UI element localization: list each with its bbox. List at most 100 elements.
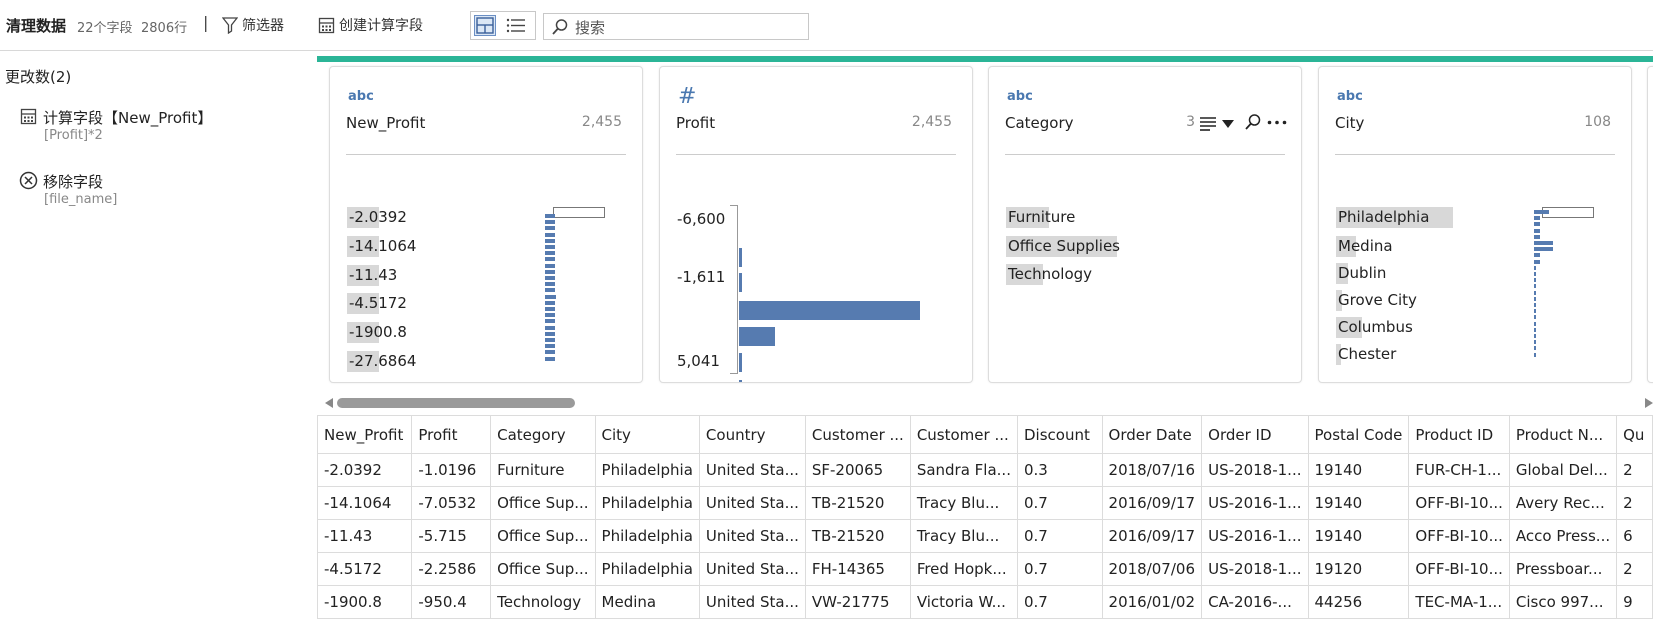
table-cell[interactable]: 0.3	[1016, 453, 1103, 487]
table-cell[interactable]: Philadelphia	[594, 519, 700, 553]
table-cell[interactable]: 0.7	[1016, 519, 1103, 553]
value-item[interactable]: Chester	[1336, 344, 1396, 365]
value-item[interactable]: Dublin	[1336, 263, 1386, 284]
table-cell[interactable]: 9	[1616, 585, 1653, 619]
sort-icon[interactable]	[1199, 115, 1217, 131]
table-cell[interactable]: OFF-BI-10...	[1408, 552, 1510, 586]
table-cell[interactable]: -2.0392	[316, 453, 413, 487]
column-header[interactable]: Category	[490, 415, 596, 454]
table-cell[interactable]: OFF-BI-10...	[1408, 519, 1510, 553]
value-item[interactable]: -14.1064	[347, 236, 416, 257]
table-cell[interactable]: 19120	[1307, 552, 1410, 586]
column-header[interactable]: Product ID	[1408, 415, 1510, 454]
table-cell[interactable]: Philadelphia	[594, 486, 700, 520]
table-cell[interactable]: Pressboar...	[1508, 552, 1618, 586]
value-item[interactable]: -4.5172	[347, 293, 407, 314]
histogram-bar[interactable]	[739, 380, 742, 382]
scrollbar-thumb[interactable]	[337, 398, 575, 408]
table-cell[interactable]: US-2016-1...	[1201, 486, 1309, 520]
value-item[interactable]: -27.6864	[347, 351, 416, 372]
create-calc-field-button[interactable]: 创建计算字段	[318, 12, 423, 38]
table-cell[interactable]: 2018/07/16	[1101, 453, 1203, 487]
table-cell[interactable]: VW-21775	[804, 585, 911, 619]
table-cell[interactable]: FH-14365	[804, 552, 911, 586]
column-header[interactable]: Postal Code	[1307, 415, 1410, 454]
table-cell[interactable]: Technology	[490, 585, 596, 619]
table-cell[interactable]: US-2016-1...	[1201, 519, 1309, 553]
table-cell[interactable]: CA-2016-...	[1201, 585, 1309, 619]
table-cell[interactable]: Philadelphia	[594, 552, 700, 586]
table-cell[interactable]: 0.7	[1016, 486, 1103, 520]
table-cell[interactable]: US-2018-1...	[1201, 453, 1309, 487]
table-cell[interactable]: -950.4	[411, 585, 492, 619]
table-cell[interactable]: Tracy Blu...	[909, 519, 1018, 553]
search-input[interactable]: 搜索	[543, 13, 809, 40]
chevron-down-icon[interactable]	[1222, 120, 1234, 128]
table-cell[interactable]: Philadelphia	[594, 453, 700, 487]
table-cell[interactable]: 2	[1616, 486, 1653, 520]
column-header[interactable]: Qu	[1616, 415, 1653, 454]
table-cell[interactable]: -5.715	[411, 519, 492, 553]
table-cell[interactable]: Office Sup...	[490, 486, 596, 520]
table-cell[interactable]: 2016/09/17	[1101, 486, 1203, 520]
column-header[interactable]: New_Profit	[316, 415, 413, 454]
table-cell[interactable]: TB-21520	[804, 486, 911, 520]
value-item[interactable]: Office Supplies	[1006, 236, 1120, 257]
value-item[interactable]: Columbus	[1336, 317, 1413, 338]
table-cell[interactable]: 2016/01/02	[1101, 585, 1203, 619]
table-cell[interactable]: -1.0196	[411, 453, 492, 487]
table-cell[interactable]: Furniture	[490, 453, 596, 487]
table-cell[interactable]: United Sta...	[698, 486, 806, 520]
table-cell[interactable]: -7.0532	[411, 486, 492, 520]
column-header[interactable]: Customer ...	[804, 415, 911, 454]
table-cell[interactable]: United Sta...	[698, 552, 806, 586]
table-cell[interactable]: 19140	[1307, 519, 1410, 553]
value-item[interactable]: -2.0392	[347, 207, 407, 228]
table-cell[interactable]: Acco Press...	[1508, 519, 1618, 553]
value-item[interactable]: Medina	[1336, 236, 1393, 257]
column-header[interactable]: Profit	[411, 415, 492, 454]
profile-card-new-profit[interactable]: abc New_Profit 2,455 -2.0392 -14.1064 -1…	[329, 66, 643, 383]
table-cell[interactable]: 2	[1616, 453, 1653, 487]
table-cell[interactable]: TEC-MA-1...	[1408, 585, 1510, 619]
column-header[interactable]: Order Date	[1101, 415, 1203, 454]
table-cell[interactable]: Office Sup...	[490, 519, 596, 553]
value-item[interactable]: -1900.8	[347, 322, 407, 343]
scroll-range-indicator[interactable]	[1542, 207, 1594, 218]
value-item[interactable]: Technology	[1006, 264, 1092, 285]
column-header[interactable]: Order ID	[1201, 415, 1309, 454]
table-row[interactable]: -1900.8 -950.4 Technology Medina United Sta.…	[316, 585, 1653, 619]
table-cell[interactable]: US-2018-1...	[1201, 552, 1309, 586]
table-cell[interactable]: Fred Hopk...	[909, 552, 1018, 586]
table-row[interactable]: -2.0392 -1.0196 Furniture Philadelphia Unite…	[316, 453, 1653, 487]
table-cell[interactable]: Global Del...	[1508, 453, 1618, 487]
table-cell[interactable]: SF-20065	[804, 453, 911, 487]
value-item[interactable]: Philadelphia	[1336, 207, 1453, 228]
table-cell[interactable]: Avery Rec...	[1508, 486, 1618, 520]
histogram-bar[interactable]	[739, 248, 742, 267]
search-icon[interactable]	[1244, 113, 1262, 131]
column-header[interactable]: Discount	[1016, 415, 1103, 454]
profile-view-button[interactable]	[474, 15, 496, 36]
more-options-icon[interactable]	[1267, 120, 1287, 125]
filter-button[interactable]: 筛选器	[222, 12, 284, 38]
table-cell[interactable]: United Sta...	[698, 585, 806, 619]
table-cell[interactable]: 19140	[1307, 453, 1410, 487]
table-cell[interactable]: -11.43	[316, 519, 413, 553]
profile-card-profit[interactable]: # Profit 2,455 -6,600 -1,611 5,041	[659, 66, 973, 383]
table-cell[interactable]: Sandra Fla...	[909, 453, 1018, 487]
table-cell[interactable]: TB-21520	[804, 519, 911, 553]
table-cell[interactable]: 0.7	[1016, 552, 1103, 586]
value-item[interactable]: -11.43	[347, 265, 397, 286]
change-item-remove-field[interactable]: 移除字段 [file_name]	[19, 171, 300, 215]
table-cell[interactable]: Victoria W...	[909, 585, 1018, 619]
table-cell[interactable]: Office Sup...	[490, 552, 596, 586]
table-cell[interactable]: 44256	[1307, 585, 1410, 619]
profile-horizontal-scrollbar[interactable]	[317, 394, 1653, 411]
table-cell[interactable]: 6	[1616, 519, 1653, 553]
list-view-button[interactable]	[505, 15, 527, 36]
table-cell[interactable]: Medina	[594, 585, 700, 619]
table-cell[interactable]: United Sta...	[698, 453, 806, 487]
table-cell[interactable]: 2	[1616, 552, 1653, 586]
histogram-bar[interactable]	[739, 273, 742, 292]
